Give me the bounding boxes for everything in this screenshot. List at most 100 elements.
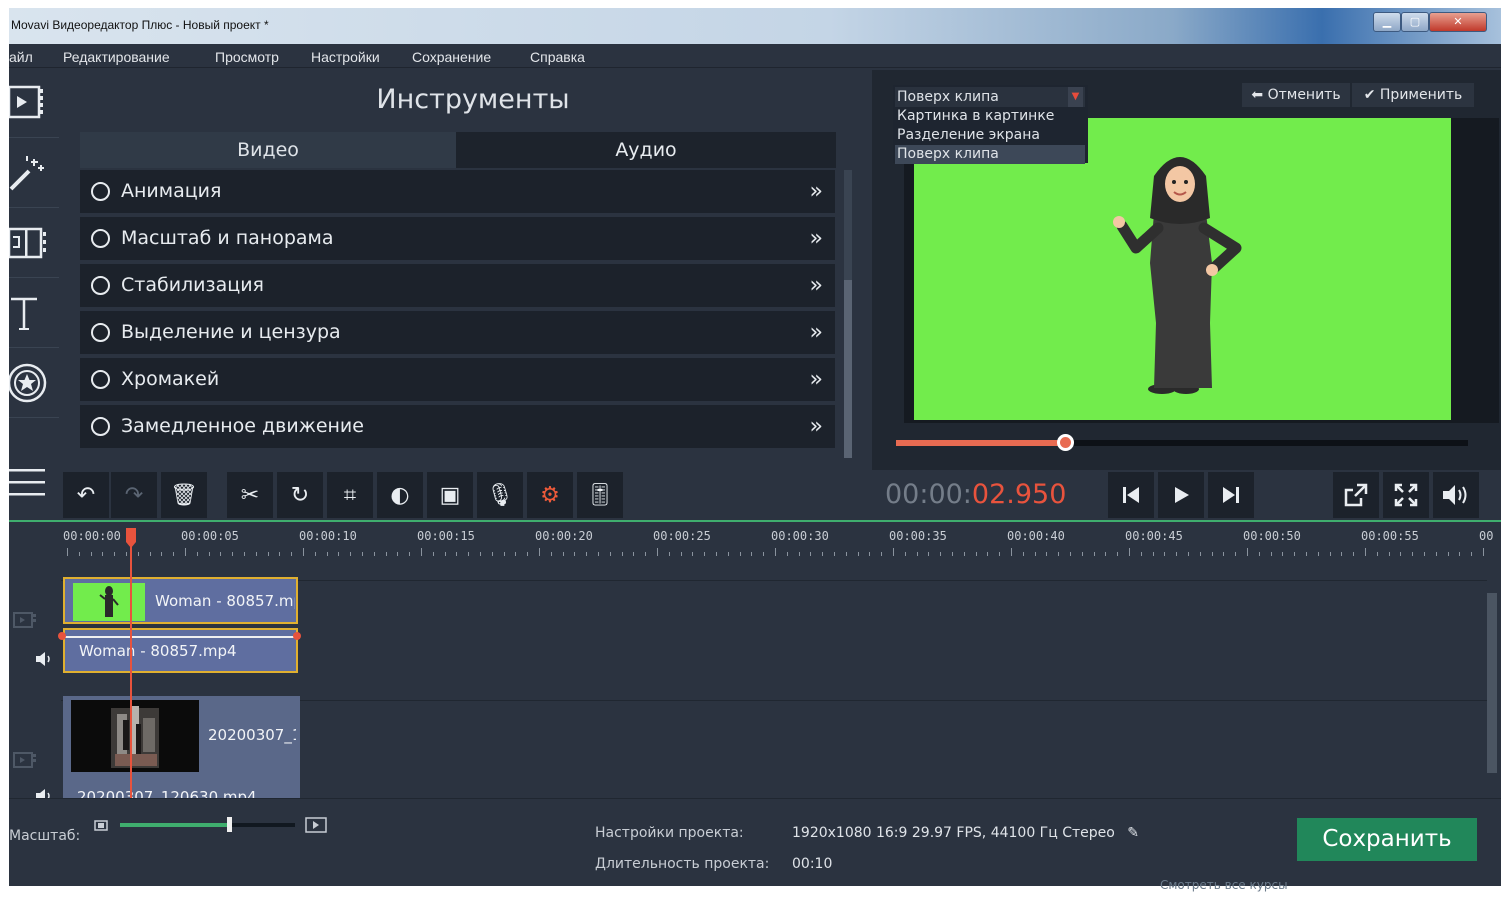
ruler-label: 00:00:10	[299, 529, 357, 543]
tool-item-animation[interactable]: Анимация »	[80, 170, 835, 213]
volume-keyframe-end[interactable]	[293, 632, 301, 640]
ruler-tick	[1011, 548, 1012, 556]
menu-bar: айл Редактирование Просмотр Настройки Со…	[9, 44, 1501, 68]
sidebar-filters[interactable]	[9, 138, 59, 208]
volume-keyframe-start[interactable]	[58, 632, 66, 640]
ruler-label: 00:00:35	[889, 529, 947, 543]
menu-settings[interactable]: Настройки	[311, 49, 380, 65]
double-chevron-right-icon: »	[809, 367, 823, 392]
timeline-scrollbar[interactable]	[1487, 593, 1497, 773]
import-media-icon	[9, 85, 43, 118]
equalizer-button[interactable]: 🎚	[577, 472, 623, 518]
audio-track-icon[interactable]	[35, 651, 55, 667]
sidebar-stickers[interactable]	[9, 348, 59, 418]
ruler-tick	[904, 552, 906, 556]
overlay-option-over[interactable]: Поверх клипа	[895, 145, 1085, 164]
main-video-clip[interactable]: 20200307_1	[63, 696, 300, 776]
main-audio-clip[interactable]: 20200307_120630.mp4	[63, 776, 300, 798]
magic-wand-icon	[9, 155, 44, 190]
sidebar-import[interactable]	[9, 68, 59, 138]
skip-back-icon	[1123, 487, 1139, 503]
detach-preview-button[interactable]	[1333, 472, 1379, 518]
clip-name: Woman - 80857.mp4	[79, 642, 237, 660]
undo-arrow-icon: ⬅	[1251, 87, 1264, 103]
fullscreen-icon	[1394, 483, 1418, 507]
clip-properties-button[interactable]: ⚙	[527, 472, 573, 518]
timeline-ruler[interactable]: 00:00:00 00:00:05 00:00:10 00:00:15 00:00:20…	[9, 522, 1501, 558]
volume-button[interactable]	[1433, 472, 1479, 518]
tool-item-highlight-censor[interactable]: Выделение и цензура »	[80, 311, 835, 354]
play-button[interactable]	[1158, 472, 1204, 518]
menu-file[interactable]: айл	[9, 49, 33, 65]
image-button[interactable]: ▣	[427, 472, 473, 518]
fullscreen-button[interactable]	[1383, 472, 1429, 518]
double-chevron-right-icon: »	[809, 273, 823, 298]
overlay-mode-dropdown[interactable]: Поверх клипа ▼ Картинка в картинке Разде…	[893, 85, 1088, 164]
minimize-button[interactable]: ▁	[1373, 12, 1401, 32]
ruler-tick	[1070, 552, 1071, 556]
close-button[interactable]: ✕	[1429, 12, 1487, 32]
tab-audio[interactable]: Аудио	[456, 132, 836, 168]
delete-button[interactable]: 🗑	[161, 472, 207, 518]
ruler-tick	[975, 552, 977, 556]
sidebar-more[interactable]	[9, 448, 59, 518]
menu-view[interactable]: Просмотр	[215, 49, 279, 65]
tab-video[interactable]: Видео	[80, 132, 456, 168]
apply-label: Применить	[1379, 87, 1463, 103]
menu-help[interactable]: Справка	[530, 49, 585, 65]
project-settings-text: 1920x1080 16:9 29.97 FPS, 44100 Гц Стере…	[792, 825, 1115, 841]
sidebar-transitions[interactable]	[9, 208, 59, 278]
color-adjust-button[interactable]: ◐	[377, 472, 423, 518]
overlay-video-clip[interactable]: Woman - 80857.mp4	[63, 577, 298, 624]
sidebar-titles[interactable]	[9, 278, 59, 348]
skip-forward-button[interactable]	[1208, 472, 1254, 518]
tool-item-pan-zoom[interactable]: Масштаб и панорама »	[80, 217, 835, 260]
timecode-current: 02.950	[971, 479, 1067, 510]
ruler-label: 00:00:40	[1007, 529, 1065, 543]
ruler-tick	[987, 552, 989, 556]
overlay-audio-clip[interactable]: Woman - 80857.mp4	[63, 628, 298, 673]
crop-icon: ⌗	[343, 482, 357, 508]
tool-item-label: Анимация	[121, 180, 222, 202]
skip-back-button[interactable]	[1108, 472, 1154, 518]
project-settings-value[interactable]: 1920x1080 16:9 29.97 FPS, 44100 Гц Стере…	[792, 825, 1139, 841]
zoom-out-icon[interactable]	[93, 818, 111, 832]
ruler-tick	[362, 552, 363, 556]
tool-item-stabilization[interactable]: Стабилизация »	[80, 264, 835, 307]
ruler-tick	[1400, 552, 1402, 556]
ruler-tick	[916, 552, 918, 556]
crop-button[interactable]: ⌗	[327, 472, 373, 518]
tool-item-slow-motion[interactable]: Замедленное движение »	[80, 405, 835, 448]
cancel-button[interactable]: ⬅ Отменить	[1242, 83, 1350, 107]
record-voice-button[interactable]: 🎙	[477, 472, 523, 518]
zoom-in-icon[interactable]	[305, 816, 329, 834]
preview-seekbar-handle[interactable]	[1056, 434, 1074, 451]
tool-item-chroma-key[interactable]: Хромакей »	[80, 358, 835, 401]
overlay-mode-selected[interactable]: Поверх клипа	[895, 87, 1085, 107]
zoom-slider-handle[interactable]	[226, 817, 232, 832]
audio-volume-line[interactable]	[61, 636, 300, 638]
ruler-tick	[279, 552, 281, 556]
redo-button[interactable]: ↷	[111, 472, 157, 518]
playhead-line[interactable]	[130, 528, 132, 798]
menu-edit[interactable]: Редактирование	[63, 49, 170, 65]
radio-icon	[91, 229, 110, 248]
ruler-tick	[881, 552, 883, 556]
save-button[interactable]: Сохранить	[1297, 818, 1477, 861]
project-duration-value: 00:10	[792, 856, 833, 872]
ruler-tick	[609, 552, 611, 556]
pencil-icon[interactable]: ✎	[1127, 825, 1139, 841]
cut-button[interactable]: ✂	[227, 472, 273, 518]
overlay-option-split[interactable]: Разделение экрана	[895, 126, 1085, 145]
maximize-button[interactable]: ▢	[1401, 12, 1429, 32]
ruler-tick	[1258, 552, 1260, 556]
dropdown-arrow-icon[interactable]: ▼	[1068, 87, 1083, 107]
overlay-option-pip[interactable]: Картинка в картинке	[895, 107, 1085, 126]
rotate-button[interactable]: ↻	[277, 472, 323, 518]
apply-button[interactable]: ✔ Применить	[1352, 83, 1474, 107]
undo-button[interactable]: ↶	[63, 472, 109, 518]
menu-export[interactable]: Сохранение	[412, 49, 491, 65]
ruler-tick	[527, 552, 529, 556]
ruler-tick	[1329, 552, 1331, 556]
tools-scrollbar-thumb[interactable]	[844, 280, 852, 458]
